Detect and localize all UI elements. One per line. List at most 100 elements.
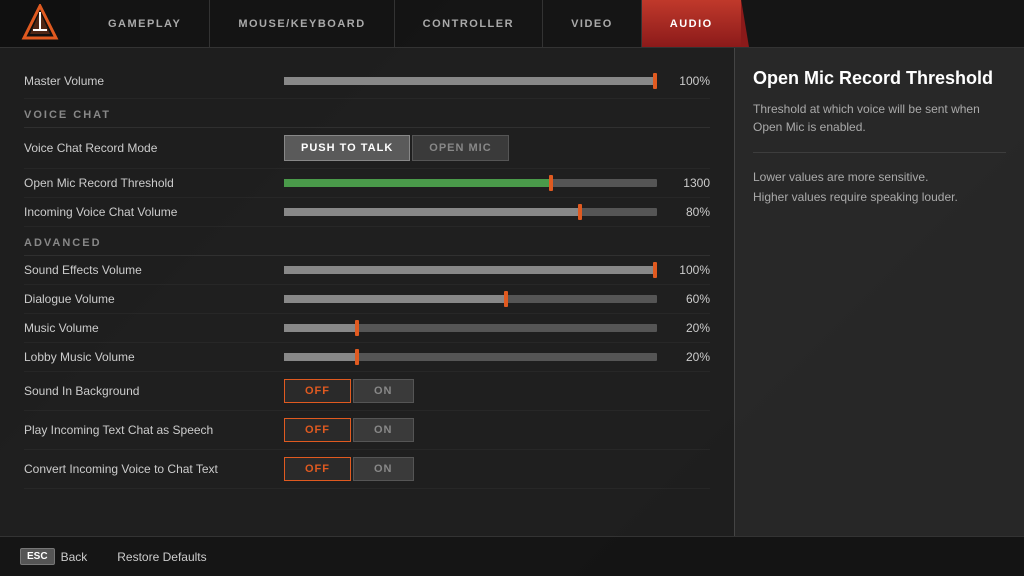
convert-incoming-voice-row: Convert Incoming Voice to Chat Text Off … [24,450,710,489]
tab-audio[interactable]: Audio [642,0,741,47]
lobby-music-volume-slider[interactable]: 20% [284,350,710,364]
lobby-music-volume-row: Lobby Music Volume 20% [24,343,710,372]
info-panel-title: Open Mic Record Threshold [753,68,1006,90]
advanced-section-header: ADVANCED [24,227,710,256]
incoming-voice-volume-slider[interactable]: 80% [284,205,710,219]
sound-in-background-label: Sound In Background [24,384,284,398]
music-volume-slider[interactable]: 20% [284,321,710,335]
open-mic-threshold-control: 1300 [284,176,710,190]
convert-incoming-voice-label: Convert Incoming Voice to Chat Text [24,462,284,476]
push-to-talk-button[interactable]: Push to Talk [284,135,410,161]
open-mic-threshold-row: Open Mic Record Threshold 1300 [24,169,710,198]
dialogue-volume-thumb [504,291,508,307]
master-volume-track [284,77,657,85]
lobby-music-volume-fill [284,353,359,361]
convert-incoming-voice-control: Off On [284,457,710,481]
sound-effects-volume-value: 100% [665,263,710,277]
voice-chat-record-mode-control: Push to Talk Open Mic [284,135,710,161]
sound-effects-volume-label: Sound Effects Volume [24,263,284,277]
logo-area [0,0,80,47]
incoming-voice-volume-track [284,208,657,216]
settings-panel: Master Volume 100% VOICE CHAT Voice Chat… [0,48,734,536]
master-volume-control: 100% [284,74,710,88]
open-mic-button[interactable]: Open Mic [412,135,508,161]
master-volume-value: 100% [665,74,710,88]
voice-chat-record-mode-row: Voice Chat Record Mode Push to Talk Open… [24,128,710,169]
incoming-voice-volume-label: Incoming Voice Chat Volume [24,205,284,219]
dialogue-volume-track [284,295,657,303]
bottom-bar: ESC Back Restore Defaults [0,536,1024,576]
lobby-music-volume-label: Lobby Music Volume [24,350,284,364]
play-incoming-text-on-button[interactable]: On [353,418,414,442]
tab-gameplay[interactable]: Gameplay [80,0,210,47]
master-volume-thumb [653,73,657,89]
sound-in-background-row: Sound In Background Off On [24,372,710,411]
incoming-voice-volume-row: Incoming Voice Chat Volume 80% [24,198,710,227]
back-button[interactable]: ESC Back [20,548,87,565]
info-panel-divider [753,152,1006,153]
main-container: Gameplay Mouse/Keyboard Controller Video… [0,0,1024,576]
sound-effects-volume-track [284,266,657,274]
convert-incoming-voice-on-button[interactable]: On [353,457,414,481]
info-panel-description: Threshold at which voice will be sent wh… [753,100,1006,136]
music-volume-label: Music Volume [24,321,284,335]
music-volume-fill [284,324,359,332]
tab-video[interactable]: Video [543,0,642,47]
tab-controller[interactable]: Controller [395,0,543,47]
restore-defaults-button[interactable]: Restore Defaults [117,550,206,564]
sound-in-background-toggle: Off On [284,379,414,403]
sound-in-background-off-button[interactable]: Off [284,379,351,403]
sound-effects-volume-thumb [653,262,657,278]
music-volume-row: Music Volume 20% [24,314,710,343]
master-volume-row: Master Volume 100% [24,64,710,99]
play-incoming-text-off-button[interactable]: Off [284,418,351,442]
tab-mouse-keyboard[interactable]: Mouse/Keyboard [210,0,394,47]
sound-in-background-control: Off On [284,379,710,403]
dialogue-volume-fill [284,295,508,303]
apex-logo-icon [20,4,60,44]
sound-effects-volume-slider[interactable]: 100% [284,263,710,277]
open-mic-threshold-thumb [549,175,553,191]
convert-incoming-voice-off-button[interactable]: Off [284,457,351,481]
open-mic-threshold-value: 1300 [665,176,710,190]
dialogue-volume-value: 60% [665,292,710,306]
voice-chat-record-mode-label: Voice Chat Record Mode [24,141,284,155]
open-mic-threshold-fill [284,179,553,187]
master-volume-fill [284,77,657,85]
dialogue-volume-slider[interactable]: 60% [284,292,710,306]
nav-tabs: Gameplay Mouse/Keyboard Controller Video… [80,0,1024,47]
music-volume-control: 20% [284,321,710,335]
info-panel-extra-line2: Higher values require speaking louder. [753,187,1006,207]
music-volume-value: 20% [665,321,710,335]
voice-chat-section-header: VOICE CHAT [24,99,710,128]
back-label: Back [61,550,88,564]
master-volume-slider[interactable]: 100% [284,74,710,88]
music-volume-track [284,324,657,332]
dialogue-volume-control: 60% [284,292,710,306]
music-volume-thumb [355,320,359,336]
incoming-voice-volume-value: 80% [665,205,710,219]
nav-bar: Gameplay Mouse/Keyboard Controller Video… [0,0,1024,48]
play-incoming-text-label: Play Incoming Text Chat as Speech [24,423,284,437]
restore-defaults-label: Restore Defaults [117,550,206,564]
sound-in-background-on-button[interactable]: On [353,379,414,403]
sound-effects-volume-row: Sound Effects Volume 100% [24,256,710,285]
convert-incoming-voice-toggle: Off On [284,457,414,481]
open-mic-threshold-track [284,179,657,187]
master-volume-label: Master Volume [24,74,284,88]
incoming-voice-volume-fill [284,208,582,216]
incoming-voice-volume-thumb [578,204,582,220]
lobby-music-volume-track [284,353,657,361]
content-area: Master Volume 100% VOICE CHAT Voice Chat… [0,48,1024,536]
info-panel-extra: Lower values are more sensitive. Higher … [753,167,1006,208]
incoming-voice-volume-control: 80% [284,205,710,219]
play-incoming-text-toggle: Off On [284,418,414,442]
info-panel-extra-line1: Lower values are more sensitive. [753,167,1006,187]
play-incoming-text-row: Play Incoming Text Chat as Speech Off On [24,411,710,450]
voice-chat-mode-toggle: Push to Talk Open Mic [284,135,509,161]
lobby-music-volume-value: 20% [665,350,710,364]
dialogue-volume-label: Dialogue Volume [24,292,284,306]
sound-effects-volume-control: 100% [284,263,710,277]
open-mic-threshold-slider[interactable]: 1300 [284,176,710,190]
play-incoming-text-control: Off On [284,418,710,442]
